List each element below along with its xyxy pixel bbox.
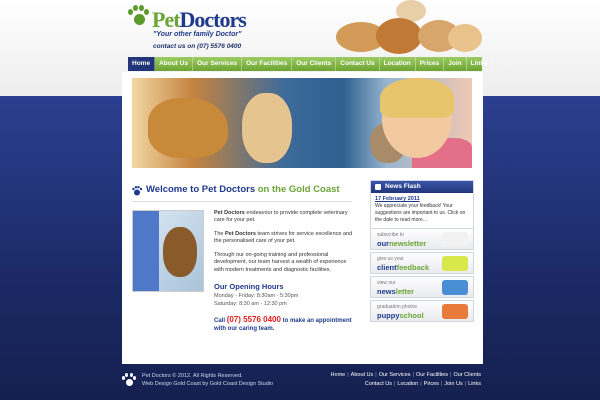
- nav-item-home[interactable]: Home: [128, 57, 156, 71]
- page-container: PetDoctors "Your other family Doctor" co…: [122, 0, 493, 400]
- promo-icon: [442, 232, 468, 247]
- nav-item-links[interactable]: Links: [467, 57, 493, 71]
- newspaper-icon: [375, 184, 381, 190]
- promo-caption: graduation photos: [377, 304, 418, 310]
- footer-copyright: Pet Doctors © 2012. All Rights Reserved.…: [142, 373, 274, 388]
- hero-banner-image: [132, 78, 472, 168]
- main-nav: Home About Us Our Services Our Facilities Ou…: [128, 57, 493, 71]
- footer-link-join-us[interactable]: Join Us: [442, 381, 464, 387]
- welcome-heading: Welcome to Pet Doctors on the Gold Coast: [132, 184, 352, 202]
- promo-caption: subscribe to: [377, 232, 404, 238]
- nav-item-contact-us[interactable]: Contact Us: [336, 57, 380, 71]
- nav-item-about-us[interactable]: About Us: [155, 57, 193, 71]
- footer-credit-link[interactable]: Web Design Gold Coast by Gold Coast Desi…: [142, 380, 273, 388]
- footer-link-contact-us[interactable]: Contact Us: [363, 381, 394, 387]
- nav-item-our-facilities[interactable]: Our Facilities: [242, 57, 293, 71]
- promo-title: puppyschool: [377, 311, 424, 320]
- nav-item-location[interactable]: Location: [380, 57, 416, 71]
- phone-link[interactable]: (07) 5576 0400: [227, 315, 281, 324]
- nav-item-our-services[interactable]: Our Services: [193, 57, 243, 71]
- header-contact: contact us on (07) 5576 0400: [153, 43, 242, 50]
- footer-paw-icon: [122, 373, 136, 387]
- promo-clientfeedback[interactable]: give us your clientfeedback: [370, 252, 474, 274]
- footer-link-links[interactable]: Links: [466, 381, 483, 387]
- site-logo[interactable]: PetDoctors "Your other family Doctor" co…: [126, 3, 271, 51]
- promo-caption: give us your: [377, 256, 404, 262]
- page-title: Welcome to Pet Doctors on the Gold Coast: [146, 184, 340, 195]
- promo-icon: [442, 304, 468, 319]
- team-paragraph: The Pet Doctors team strives for service…: [214, 230, 353, 245]
- call-to-action: Call (07) 5576 0400 to make an appointme…: [214, 315, 352, 333]
- footer-link-our-services[interactable]: Our Services: [377, 372, 413, 378]
- news-text: We appreciate your feedback! Your sugges…: [375, 203, 466, 223]
- footer-link-our-facilities[interactable]: Our Facilities: [414, 372, 450, 378]
- footer-link-location[interactable]: Location: [395, 381, 420, 387]
- nav-item-join[interactable]: Join: [444, 57, 467, 71]
- footer-nav: Home | About Us | Our Services | Our Facilitie…: [329, 371, 483, 390]
- paw-icon: [126, 5, 150, 27]
- welcome-body: Pet Doctors endeavour to provide complet…: [214, 210, 354, 280]
- footer-link-home[interactable]: Home: [329, 372, 348, 378]
- logo-tagline: "Your other family Doctor": [153, 31, 242, 38]
- promo-title: ournewsletter: [377, 239, 427, 248]
- intro-paragraph: Pet Doctors endeavour to provide complet…: [214, 210, 348, 224]
- paw-icon: [132, 186, 142, 196]
- footer-link-prices[interactable]: Prices: [422, 381, 441, 387]
- promo-icon: [442, 280, 468, 295]
- promo-newsletter[interactable]: view our newsletter: [370, 276, 474, 298]
- nav-item-our-clients[interactable]: Our Clients: [292, 57, 337, 71]
- footer-link-about-us[interactable]: About Us: [349, 372, 376, 378]
- opening-hours: Monday - Friday: 8:30am - 5:30pm Saturda…: [214, 293, 299, 308]
- news-flash-heading: News Flash: [371, 181, 473, 193]
- promo-caption: view our: [377, 280, 396, 286]
- promo-puppyschool[interactable]: graduation photos puppyschool: [370, 300, 474, 322]
- content-panel: Welcome to Pet Doctors on the Gold Coast…: [122, 72, 483, 364]
- footer-link-our-clients[interactable]: Our Clients: [451, 372, 483, 378]
- promo-title: newsletter: [377, 287, 415, 296]
- vet-with-dog-photo: [132, 210, 204, 292]
- training-paragraph: Through our on-going training and profes…: [214, 251, 347, 273]
- nav-item-prices[interactable]: Prices: [416, 57, 445, 71]
- news-date-link[interactable]: 17 February 2011: [371, 193, 473, 203]
- promo-ournewsletter[interactable]: subscribe to ournewsletter: [370, 228, 474, 250]
- promo-icon: [442, 256, 468, 271]
- promo-title: clientfeedback: [377, 263, 430, 272]
- logo-wordmark: PetDoctors: [152, 7, 247, 32]
- opening-hours-heading: Our Opening Hours: [214, 282, 284, 291]
- header-pets-image: [336, 0, 482, 54]
